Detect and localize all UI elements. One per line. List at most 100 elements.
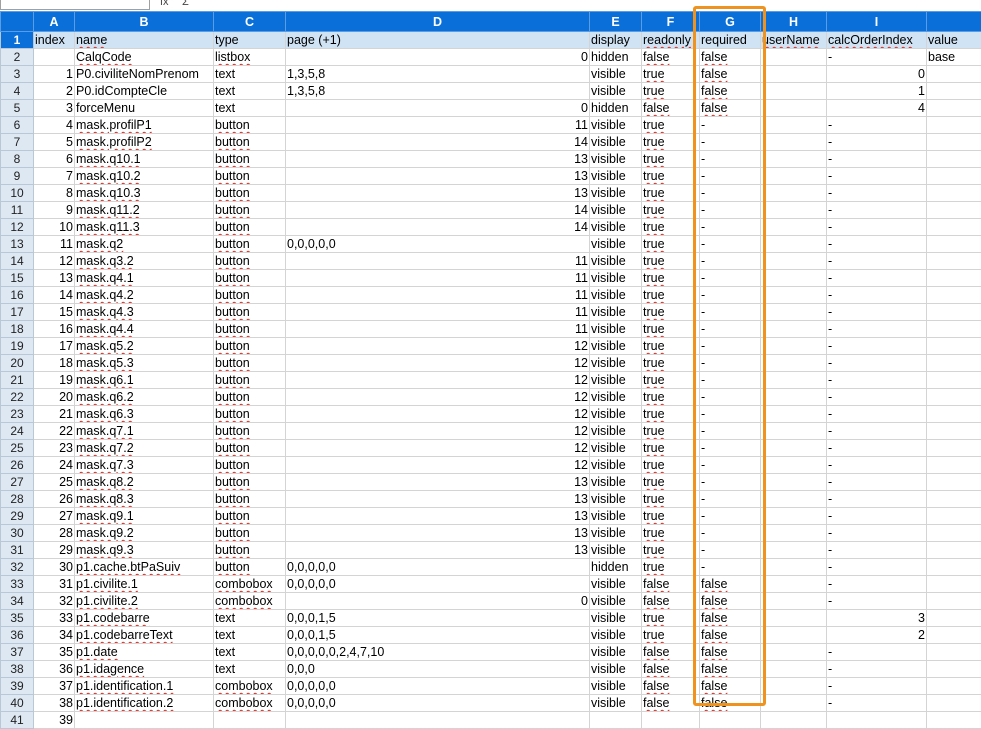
cell[interactable]: 13 [286,185,590,202]
cell[interactable] [927,219,981,236]
cell[interactable] [927,287,981,304]
cell[interactable]: mask.q5.2 [75,338,214,355]
cell[interactable]: forceMenu [75,100,214,117]
cell[interactable]: P0.civiliteNomPrenom [75,66,214,83]
cell[interactable]: 25 [34,474,75,491]
row-header[interactable]: 31 [1,542,34,559]
cell[interactable]: - [700,287,761,304]
cell[interactable]: false [642,100,700,117]
cell[interactable]: 2 [34,83,75,100]
cell[interactable]: false [700,83,761,100]
row-header[interactable]: 17 [1,304,34,321]
cell[interactable]: visible [590,338,642,355]
cell[interactable]: - [827,236,927,253]
cell[interactable]: true [642,423,700,440]
column-header-f[interactable]: F [642,12,700,32]
cell[interactable]: combobox [214,576,286,593]
cell[interactable] [761,644,827,661]
cell[interactable]: visible [590,117,642,134]
cell[interactable] [761,372,827,389]
cell[interactable]: 1,3,5,8 [286,66,590,83]
cell[interactable] [927,270,981,287]
cell[interactable]: - [700,134,761,151]
cell[interactable] [927,253,981,270]
cell[interactable]: visible [590,389,642,406]
cell[interactable]: true [642,440,700,457]
cell[interactable]: false [700,66,761,83]
cell[interactable]: false [700,593,761,610]
cell[interactable]: mask.q6.3 [75,406,214,423]
cell[interactable]: 12 [286,389,590,406]
cell[interactable]: text [214,83,286,100]
cell[interactable] [927,593,981,610]
cell[interactable]: - [827,372,927,389]
cell[interactable] [927,712,981,729]
cell[interactable] [827,712,927,729]
cell[interactable]: 12 [286,440,590,457]
cell[interactable]: 11 [286,117,590,134]
row-header[interactable]: 23 [1,406,34,423]
cell[interactable]: 4 [34,117,75,134]
cell[interactable]: mask.q7.3 [75,457,214,474]
row-header[interactable]: 21 [1,372,34,389]
cell[interactable] [214,712,286,729]
cell[interactable]: 33 [34,610,75,627]
cell[interactable]: p1.identification.1 [75,678,214,695]
cell[interactable]: 30 [34,559,75,576]
cell[interactable]: page (+1) [286,32,590,49]
cell[interactable]: true [642,168,700,185]
cell[interactable]: button [214,253,286,270]
cell[interactable]: hidden [590,100,642,117]
cell[interactable]: button [214,185,286,202]
cell[interactable]: mask.q4.3 [75,304,214,321]
row-header[interactable]: 30 [1,525,34,542]
cell[interactable] [761,712,827,729]
row-header[interactable]: 24 [1,423,34,440]
cell[interactable] [761,236,827,253]
cell[interactable]: text [214,100,286,117]
cell[interactable]: 11 [286,253,590,270]
cell[interactable] [761,338,827,355]
cell[interactable]: - [700,474,761,491]
cell[interactable]: visible [590,253,642,270]
cell[interactable]: 39 [34,712,75,729]
cell[interactable]: false [642,576,700,593]
cell[interactable]: - [827,423,927,440]
cell[interactable]: 3 [827,610,927,627]
cell[interactable]: button [214,134,286,151]
cell[interactable]: true [642,372,700,389]
cell[interactable]: 11 [34,236,75,253]
row-header[interactable]: 25 [1,440,34,457]
cell[interactable]: 3 [34,100,75,117]
cell[interactable]: - [700,219,761,236]
cell[interactable]: visible [590,440,642,457]
cell[interactable]: mask.q8.3 [75,491,214,508]
cell[interactable]: base [927,49,981,66]
cell[interactable]: button [214,491,286,508]
cell[interactable]: visible [590,508,642,525]
cell[interactable]: button [214,406,286,423]
cell[interactable]: - [700,168,761,185]
cell[interactable] [761,695,827,712]
cell[interactable]: hidden [590,49,642,66]
cell[interactable]: - [827,202,927,219]
cell[interactable]: 19 [34,372,75,389]
cell[interactable]: true [642,321,700,338]
cell[interactable]: p1.cache.btPaSuiv [75,559,214,576]
cell[interactable] [927,168,981,185]
cell[interactable]: 14 [34,287,75,304]
cell[interactable] [761,474,827,491]
cell[interactable] [927,491,981,508]
column-header-d[interactable]: D [286,12,590,32]
cell[interactable] [761,49,827,66]
cell[interactable]: 0,0,0,1,5 [286,610,590,627]
cell[interactable]: - [827,134,927,151]
cell[interactable]: true [642,338,700,355]
cell[interactable] [927,355,981,372]
cell[interactable]: - [827,678,927,695]
cell[interactable]: text [214,644,286,661]
cell[interactable]: mask.q11.2 [75,202,214,219]
sum-icon[interactable]: Σ [182,0,189,8]
cell[interactable]: true [642,525,700,542]
cell[interactable]: CalqCode [75,49,214,66]
